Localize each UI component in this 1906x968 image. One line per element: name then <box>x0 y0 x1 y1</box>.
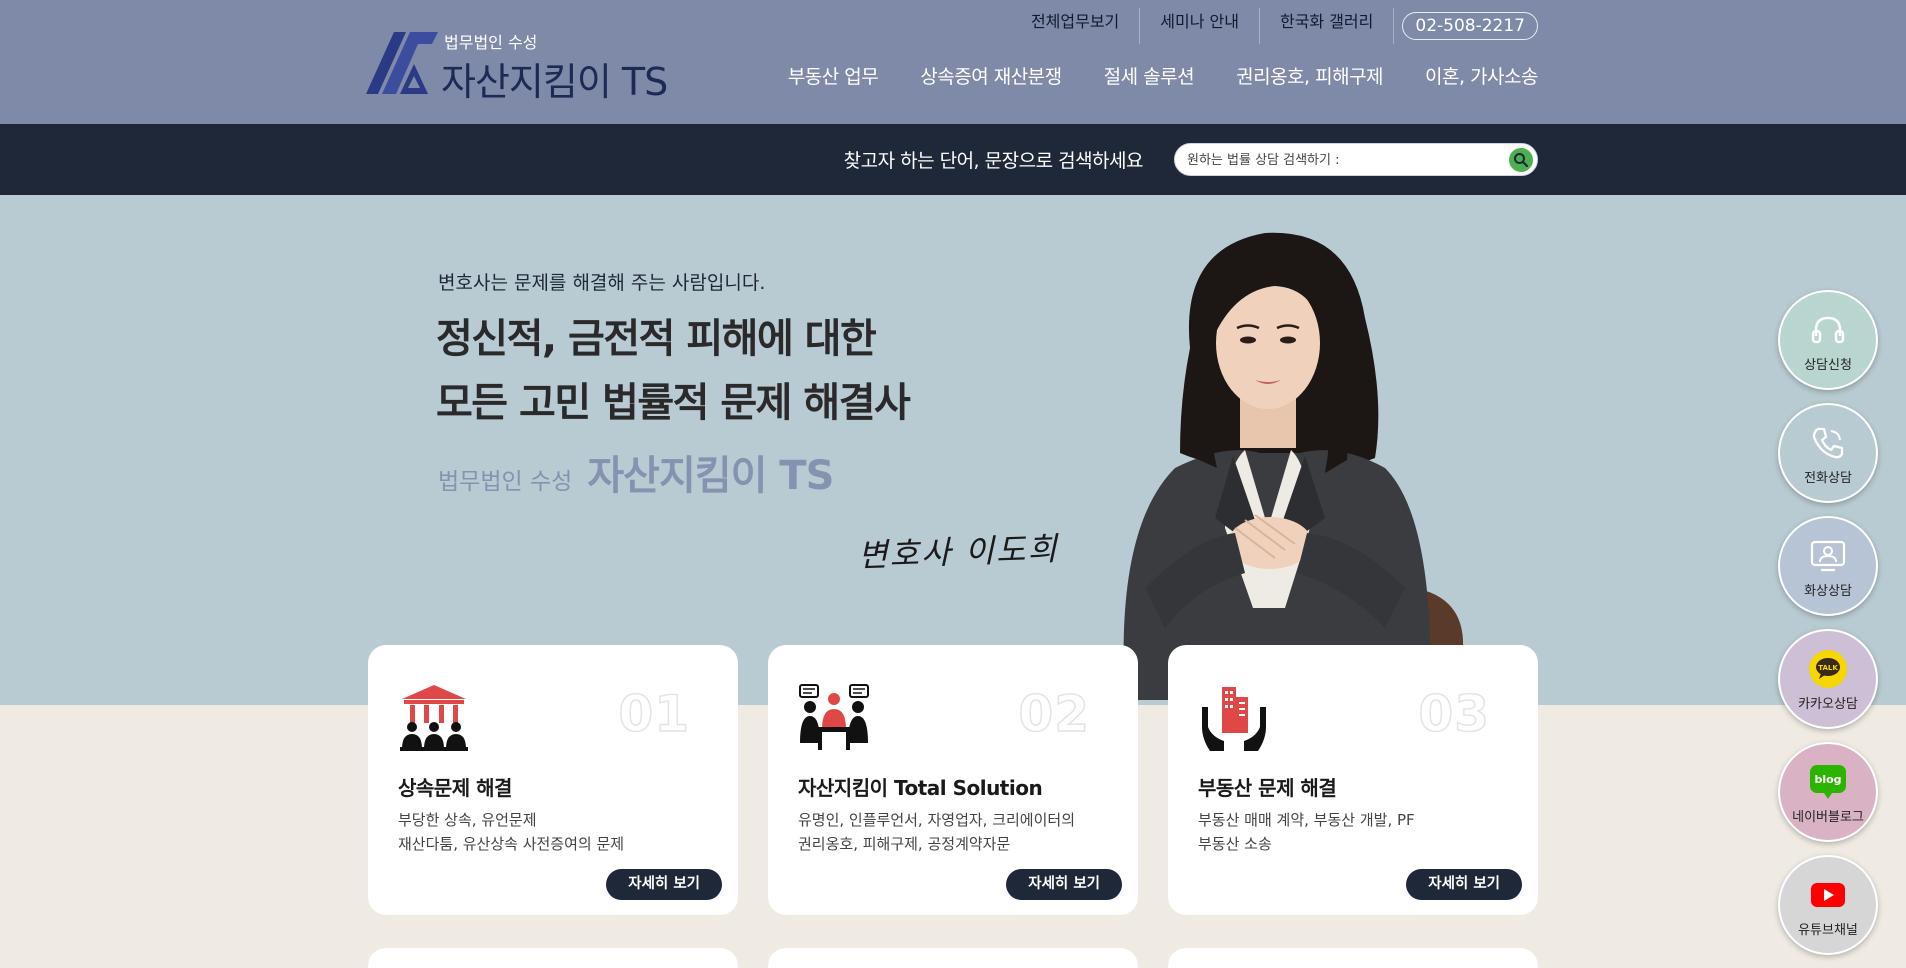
phone-icon <box>1808 425 1848 461</box>
link-seminar[interactable]: 세미나 안내 <box>1140 8 1260 44</box>
logo-mark-icon <box>366 32 438 94</box>
nav-divorce-family[interactable]: 이혼, 가사소송 <box>1425 62 1538 89</box>
video-call-icon <box>1808 538 1848 574</box>
side-button-phone[interactable]: 전화상담 <box>1778 403 1878 503</box>
search-bar: 찾고자 하는 단어, 문장으로 검색하세요 <box>0 124 1906 195</box>
main-navigation: 부동산 업무 상속증여 재산분쟁 절세 솔루션 권리옹호, 피해구제 이혼, 가… <box>746 62 1539 89</box>
details-button[interactable]: 자세히 보기 <box>1406 869 1522 900</box>
side-button-label: 카카오상담 <box>1798 696 1858 712</box>
svg-text:TALK: TALK <box>1818 664 1838 672</box>
service-card-peek <box>1168 948 1538 968</box>
site-logo[interactable]: 법무법인 수성 자산지킴이 TS <box>366 28 668 104</box>
side-button-label: 상담신청 <box>1804 357 1852 373</box>
side-button-label: 유튜브채널 <box>1798 922 1858 938</box>
logo-title: 자산지킴이 TS <box>441 60 668 104</box>
card-description-line: 재산다툼, 유산상속 사전증여의 문제 <box>398 835 625 853</box>
lawyer-portrait <box>1123 232 1464 700</box>
search-icon <box>1514 153 1529 168</box>
nav-real-estate[interactable]: 부동산 업무 <box>788 62 879 89</box>
card-number: 01 <box>618 684 690 744</box>
card-description: 부동산 매매 계약, 부동산 개발, PF 부동산 소송 <box>1198 808 1415 856</box>
site-header: 법무법인 수성 자산지킴이 TS 전체업무보기 세미나 안내 한국화 갤러리 0… <box>0 0 1906 124</box>
search-caption: 찾고자 하는 단어, 문장으로 검색하세요 <box>843 150 1144 172</box>
details-button[interactable]: 자세히 보기 <box>606 869 722 900</box>
card-number: 03 <box>1418 684 1490 744</box>
side-button-label: 전화상담 <box>1804 470 1852 486</box>
nav-tax-solution[interactable]: 절세 솔루션 <box>1104 62 1195 89</box>
youtube-icon <box>1808 877 1848 913</box>
side-button-youtube[interactable]: 유튜브채널 <box>1778 855 1878 955</box>
service-card-peek <box>768 948 1138 968</box>
nav-rights-protection[interactable]: 권리옹호, 피해구제 <box>1236 62 1383 89</box>
service-card-peek <box>368 948 738 968</box>
naver-blog-icon: blog <box>1808 764 1848 800</box>
card-number: 02 <box>1018 684 1090 744</box>
card-description: 유명인, 인플루언서, 자영업자, 크리에이터의 권리옹호, 피해구제, 공정계… <box>798 808 1075 856</box>
service-card-inheritance[interactable]: 01 상속문제 해결 부당한 상속, 유언문제 재산다툼, 유산상속 사전증여의… <box>368 645 738 915</box>
card-description-line: 권리옹호, 피해구제, 공정계약자문 <box>798 835 1011 853</box>
card-description-line: 부동산 매매 계약, 부동산 개발, PF <box>1198 811 1415 829</box>
card-title: 부동산 문제 해결 <box>1198 776 1337 800</box>
hero-banner: 변호사는 문제를 해결해 주는 사람입니다. 정신적, 금전적 피해에 대한 모… <box>0 195 1906 705</box>
hero-firm-main: 자산지킴이 TS <box>587 453 834 499</box>
svg-text:blog: blog <box>1814 773 1841 786</box>
search-button[interactable] <box>1509 148 1533 172</box>
hero-firm-sub: 법무법인 수성 <box>438 469 573 495</box>
service-card-total-solution[interactable]: 02 자산지킴이 Total Solution 유명인, 인플루언서, 자영업자… <box>768 645 1138 915</box>
search-box <box>1174 143 1538 176</box>
side-button-video[interactable]: 화상상담 <box>1778 516 1878 616</box>
courthouse-people-icon <box>400 685 468 751</box>
hero-headline-line2: 모든 고민 법률적 문제 해결사 <box>436 380 911 426</box>
phone-number-button[interactable]: 02-508-2217 <box>1402 12 1538 40</box>
card-title: 상속문제 해결 <box>398 776 512 800</box>
logo-subtitle: 법무법인 수성 <box>444 33 538 52</box>
side-button-consult[interactable]: 상담신청 <box>1778 290 1878 390</box>
utility-links: 전체업무보기 세미나 안내 한국화 갤러리 02-508-2217 <box>1011 8 1538 44</box>
card-description-line: 유명인, 인플루언서, 자영업자, 크리에이터의 <box>798 811 1076 829</box>
side-button-label: 네이버블로그 <box>1792 809 1864 825</box>
meeting-discussion-icon <box>799 684 869 750</box>
search-input[interactable] <box>1187 149 1487 171</box>
service-card-real-estate[interactable]: 03 부동산 문제 해결 부동산 매매 계약, 부동산 개발, PF 부동산 소… <box>1168 645 1538 915</box>
side-button-kakao[interactable]: TALK 카카오상담 <box>1778 629 1878 729</box>
details-button[interactable]: 자세히 보기 <box>1006 869 1122 900</box>
hero-kicker: 변호사는 문제를 해결해 주는 사람입니다. <box>438 272 766 294</box>
headset-icon <box>1808 312 1848 348</box>
side-button-blog[interactable]: blog 네이버블로그 <box>1778 742 1878 842</box>
link-gallery[interactable]: 한국화 갤러리 <box>1260 8 1395 44</box>
card-description-line: 부당한 상속, 유언문제 <box>398 811 537 829</box>
kakao-talk-icon: TALK <box>1808 649 1848 688</box>
hero-headline-line1: 정신적, 금전적 피해에 대한 <box>436 316 877 362</box>
link-all-services[interactable]: 전체업무보기 <box>1011 8 1141 44</box>
hero-headline: 정신적, 금전적 피해에 대한 모든 고민 법률적 문제 해결사 <box>436 307 911 435</box>
lawyer-signature: 변호사 이도희 <box>857 529 1060 575</box>
building-hands-icon <box>1202 687 1266 751</box>
side-button-label: 화상상담 <box>1804 583 1852 599</box>
hero-firm-name: 법무법인 수성 자산지킴이 TS <box>438 443 834 501</box>
card-title: 자산지킴이 Total Solution <box>798 776 1043 800</box>
card-description: 부당한 상속, 유언문제 재산다툼, 유산상속 사전증여의 문제 <box>398 808 624 856</box>
nav-inheritance[interactable]: 상속증여 재산분쟁 <box>920 62 1062 89</box>
card-description-line: 부동산 소송 <box>1198 835 1272 853</box>
